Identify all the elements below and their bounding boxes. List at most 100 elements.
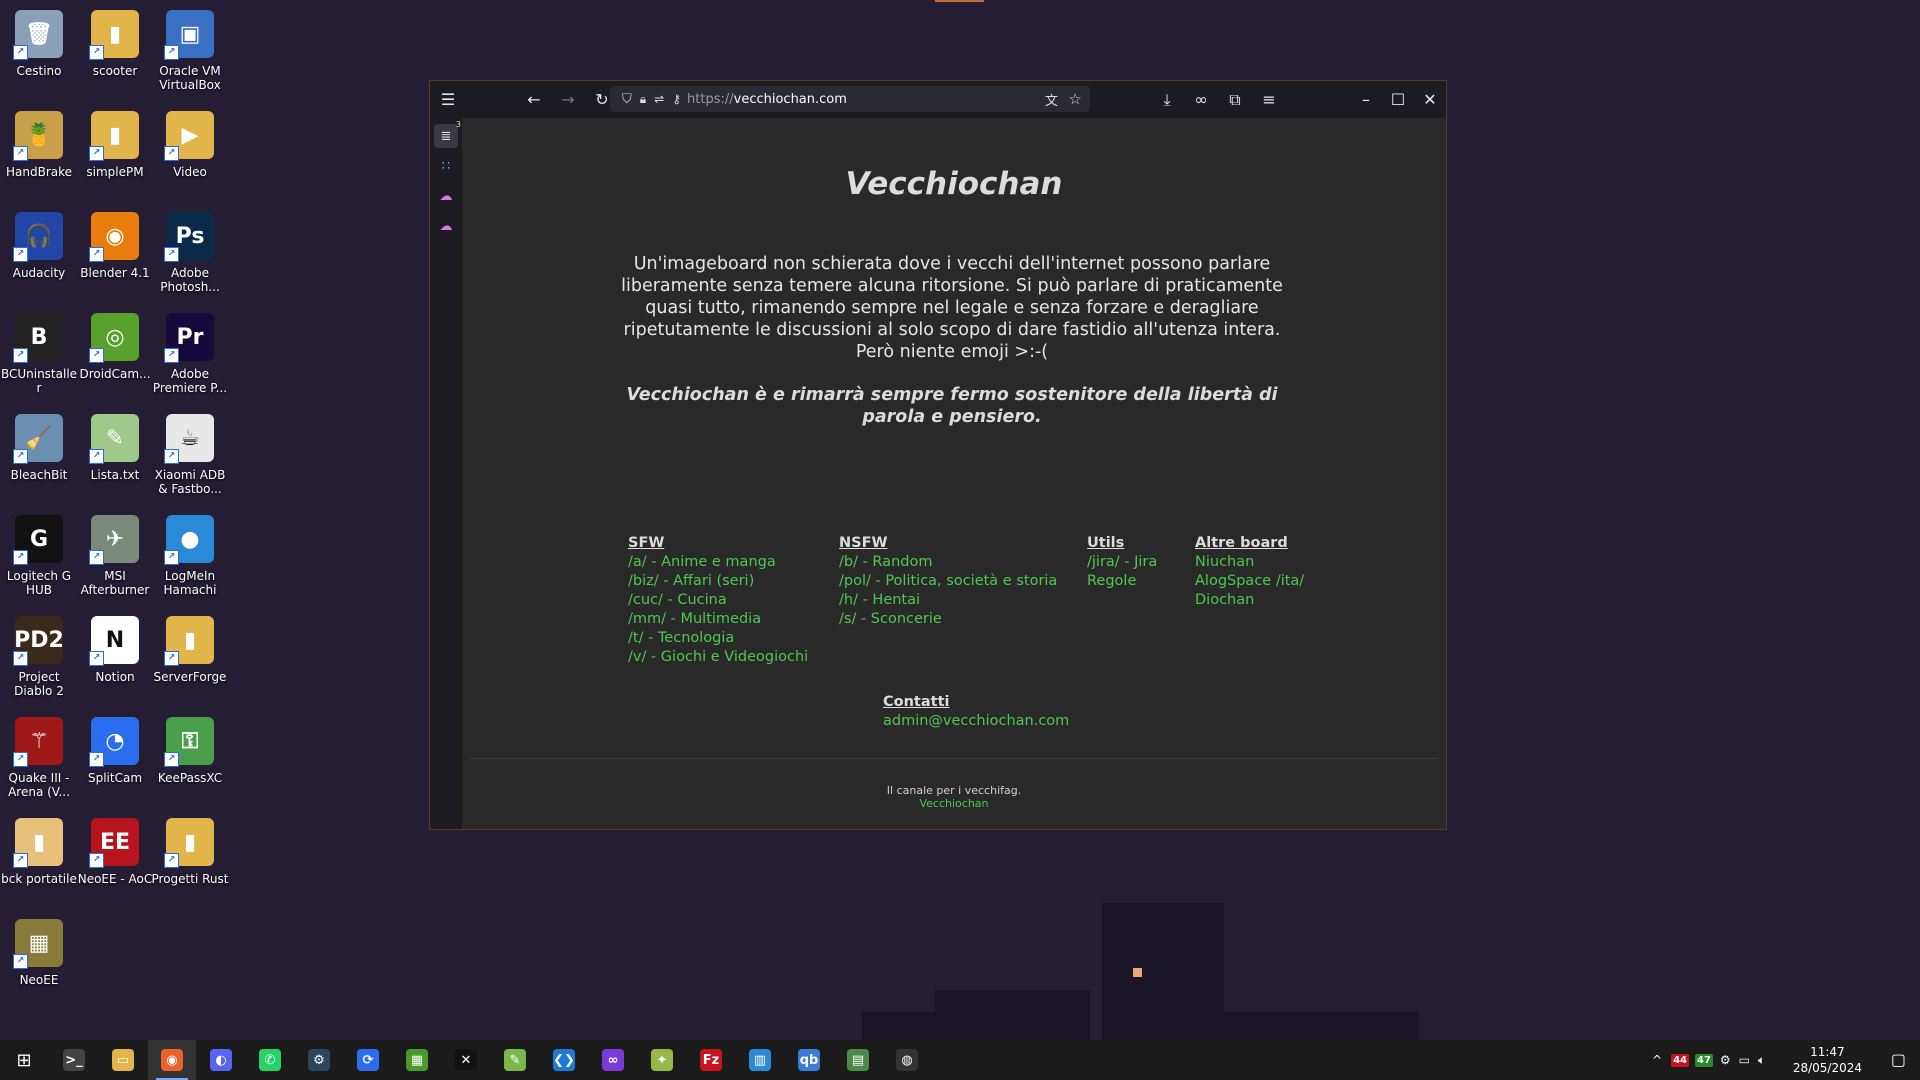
close-icon[interactable]: ✕ [1416,86,1444,114]
desktop-icon[interactable]: ⚿ ↗ KeePassXC [151,711,229,807]
key-icon[interactable]: ⚷ [672,92,681,106]
board-link[interactable]: /b/ - Random [839,553,1057,572]
desktop-icon[interactable]: ▣ ↗ Oracle VM VirtualBox [151,4,229,100]
board-link[interactable]: /t/ - Tecnologia [628,629,808,648]
taskbar-filezilla[interactable]: Fz [687,1040,735,1080]
download-icon[interactable]: ⤓ [1153,86,1181,114]
desktop-icon[interactable]: EE ↗ NeoEE - AoC [76,812,154,908]
clock[interactable]: 11:47 28/05/2024 [1793,1044,1862,1076]
sidebar-profile-icon[interactable]: ☁ [434,184,458,208]
taskbar-firefox[interactable]: ◉ [148,1040,196,1080]
translate-icon[interactable]: 文 [1045,90,1058,109]
board-link[interactable]: /v/ - Giochi e Videogiochi [628,648,808,667]
sidebar-tabs-icon[interactable]: ≣ 3 [434,120,461,148]
taskbar-qbittorrent[interactable]: qb [785,1040,833,1080]
steam-tray-icon[interactable]: ⚙ [1720,1053,1731,1067]
back-icon[interactable]: ← [520,86,548,114]
desktop-icon[interactable]: ☕ ↗ Xiaomi ADB & Fastbo... [151,408,229,504]
taskbar-edge-dev[interactable]: ⟳ [344,1040,392,1080]
board-link[interactable]: /cuc/ - Cucina [628,591,808,610]
desktop-icon[interactable]: ● ↗ LogMeIn Hamachi [151,509,229,605]
board-link[interactable]: /biz/ - Affari (seri) [628,572,808,591]
desktop-icon[interactable]: 🍍 ↗ HandBrake [0,105,78,201]
taskbar-gpu-tool[interactable]: ▤ [834,1040,882,1080]
taskbar-file-explorer[interactable]: ▭ [99,1040,147,1080]
extensions-icon[interactable]: ⧉ [1221,86,1249,114]
desktop-icon[interactable]: PD2 ↗ Project Diablo 2 [0,610,78,706]
notification-icon[interactable]: ▢ [1891,1050,1906,1069]
taskbar-whatsapp[interactable]: ✆ [246,1040,294,1080]
board-link[interactable]: Regole [1087,572,1157,591]
desktop-icon[interactable]: ◎ ↗ DroidCam... [76,307,154,403]
desktop-icon[interactable]: ⚚ ↗ Quake III - Arena (V... [0,711,78,807]
desktop-icon[interactable]: ▶ ↗ Video [151,105,229,201]
board-link[interactable]: Niuchan [1195,553,1304,572]
desktop-icon[interactable]: N ↗ Notion [76,610,154,706]
board-link[interactable]: /pol/ - Politica, società e storia [839,572,1057,591]
tray-badge-green[interactable]: 47 [1694,1053,1713,1067]
board-link[interactable]: /h/ - Hentai [839,591,1057,610]
start-button[interactable]: ⊞ [0,1040,48,1080]
desktop-icon[interactable]: Ps ↗ Adobe Photosh... [151,206,229,302]
desktop-icon[interactable]: Pr ↗ Adobe Premiere P... [151,307,229,403]
sidebar-extension-icon[interactable]: ∷ [434,154,458,178]
shortcut-arrow-icon: ↗ [89,449,104,464]
desktop-icon[interactable]: 🎧 ↗ Audacity [0,206,78,302]
taskbar-minecraft[interactable]: ▦ [393,1040,441,1080]
permissions-icon[interactable]: ⇌ [654,92,664,106]
reader-icon[interactable]: ≡ [1255,86,1283,114]
city-silhouette [1102,903,1224,1040]
shield-icon[interactable]: ⛉ [622,92,632,107]
taskbar-cheat-engine[interactable]: ✦ [638,1040,686,1080]
menu-icon[interactable]: ☰ [434,86,462,114]
desktop-icon[interactable]: B ↗ BCUninstaller [0,307,78,403]
desktop-icon[interactable]: ▮ ↗ ServerForge [151,610,229,706]
board-link[interactable]: /a/ - Anime e manga [628,553,808,572]
taskbar-visual-studio[interactable]: ∞ [589,1040,637,1080]
page-content: Vecchiochan Un'imageboard non schierata … [462,118,1446,829]
desktop-icon[interactable]: ◔ ↗ SplitCam [76,711,154,807]
desktop-icon[interactable]: ✎ ↗ Lista.txt [76,408,154,504]
private-mask-icon[interactable]: ∞ [1187,86,1215,114]
board-link[interactable]: /s/ - Sconcerie [839,610,1057,629]
firefox-icon: ◉ [161,1049,183,1071]
url-text[interactable]: https://vecchiochan.com [687,92,847,107]
desktop-icon[interactable]: G ↗ Logitech G HUB [0,509,78,605]
desktop-icon[interactable]: ✈ ↗ MSI Afterburner [76,509,154,605]
tray-badge-red[interactable]: 44 [1671,1053,1689,1067]
taskbar-obs[interactable]: ◍ [883,1040,931,1080]
minimize-icon[interactable]: – [1352,86,1380,114]
bookmark-star-icon[interactable]: ☆ [1069,90,1082,108]
contact-section: Contatti admin@vecchiochan.com [883,693,1069,731]
taskbar-discord[interactable]: ◐ [197,1040,245,1080]
maximize-icon[interactable]: ☐ [1384,86,1412,114]
sidebar-profile-icon[interactable]: ☁ [434,214,458,238]
board-link[interactable]: AlogSpace /ita/ [1195,572,1304,591]
network-icon[interactable]: ▭ [1739,1053,1750,1067]
taskbar-capcut[interactable]: ✕ [442,1040,490,1080]
desktop-icon[interactable]: ▮ ↗ bck portatile [0,812,78,908]
taskbar-task-manager[interactable]: ▥ [736,1040,784,1080]
lock-icon[interactable]: 🔒︎ [640,92,646,107]
taskbar-notepad-plus[interactable]: ✎ [491,1040,539,1080]
volume-icon[interactable]: 🔈︎ [1758,1053,1765,1068]
forward-icon[interactable]: → [554,86,582,114]
board-link[interactable]: /jira/ - Jira [1087,553,1157,572]
desktop-icon[interactable]: ▮ ↗ scooter [76,4,154,100]
desktop-icon[interactable]: 🧹 ↗ BleachBit [0,408,78,504]
desktop-icon[interactable]: ▮ ↗ simplePM [76,105,154,201]
desktop-icon[interactable]: ▮ ↗ Progetti Rust [151,812,229,908]
contact-email-link[interactable]: admin@vecchiochan.com [883,712,1069,731]
desktop-icon[interactable]: ▦ ↗ NeoEE [0,913,78,1009]
desktop-icon-label: LogMeIn Hamachi [163,569,217,597]
taskbar-terminal[interactable]: >_ [50,1040,98,1080]
url-bar[interactable]: ⛉ 🔒︎ ⇌ ⚷ https://vecchiochan.com 文 ☆ [610,86,1090,112]
desktop-icon[interactable]: ◉ ↗ Blender 4.1 [76,206,154,302]
tray-overflow-icon[interactable]: ^ [1652,1053,1662,1067]
board-link[interactable]: /mm/ - Multimedia [628,610,808,629]
taskbar-vscode[interactable]: ❮❯ [540,1040,588,1080]
taskbar-steam[interactable]: ⚙ [295,1040,343,1080]
desktop-icon[interactable]: 🗑 ↗ Cestino [0,4,78,100]
footer-link[interactable]: Vecchiochan [462,797,1446,810]
board-link[interactable]: Diochan [1195,591,1304,610]
